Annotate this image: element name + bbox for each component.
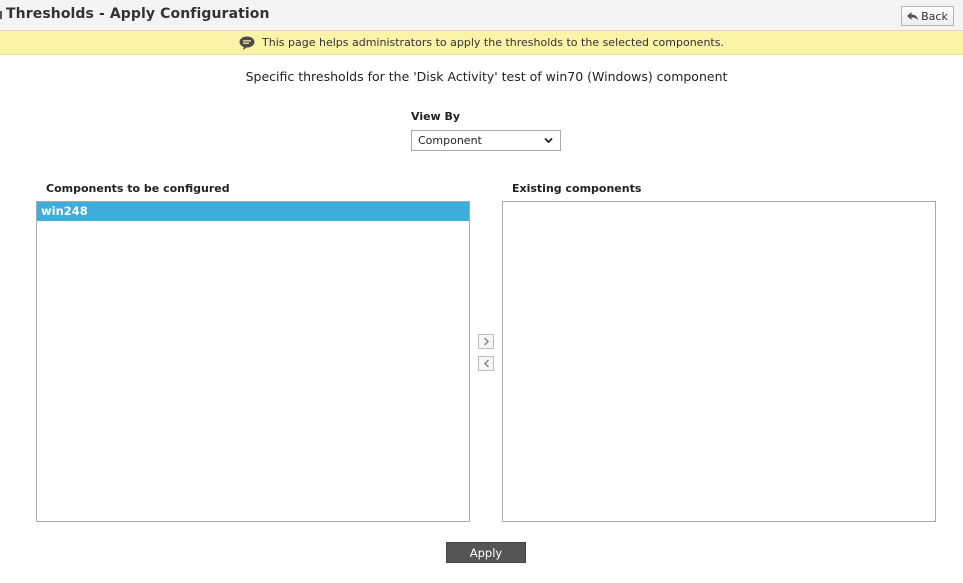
back-button-label: Back [921, 9, 948, 23]
back-button[interactable]: Back [901, 6, 954, 26]
apply-button[interactable]: Apply [446, 542, 526, 563]
title-edge-marker [0, 11, 2, 19]
move-left-button[interactable] [478, 356, 494, 371]
chevron-down-icon [544, 137, 553, 144]
list-item[interactable]: win248 [37, 202, 469, 221]
reply-arrow-icon [907, 11, 919, 20]
title-bar: Thresholds - Apply Configuration Back [0, 0, 963, 31]
existing-components-label: Existing components [512, 182, 642, 195]
components-to-configure-label: Components to be configured [46, 182, 230, 195]
info-banner: This page helps administrators to apply … [0, 31, 963, 55]
info-message: This page helps administrators to apply … [262, 36, 724, 49]
view-by-select[interactable]: Component [411, 130, 561, 151]
view-by-label: View By [411, 110, 461, 123]
speech-bubble-icon [239, 36, 255, 50]
view-by-selected-value: Component [418, 134, 482, 147]
existing-components-list[interactable] [502, 201, 936, 522]
config-subtitle: Specific thresholds for the 'Disk Activi… [245, 69, 728, 84]
chevron-left-icon [483, 359, 489, 368]
page-title: Thresholds - Apply Configuration [6, 6, 270, 22]
components-to-configure-list[interactable]: win248 [36, 201, 470, 522]
move-right-button[interactable] [478, 334, 494, 349]
chevron-right-icon [483, 337, 489, 346]
